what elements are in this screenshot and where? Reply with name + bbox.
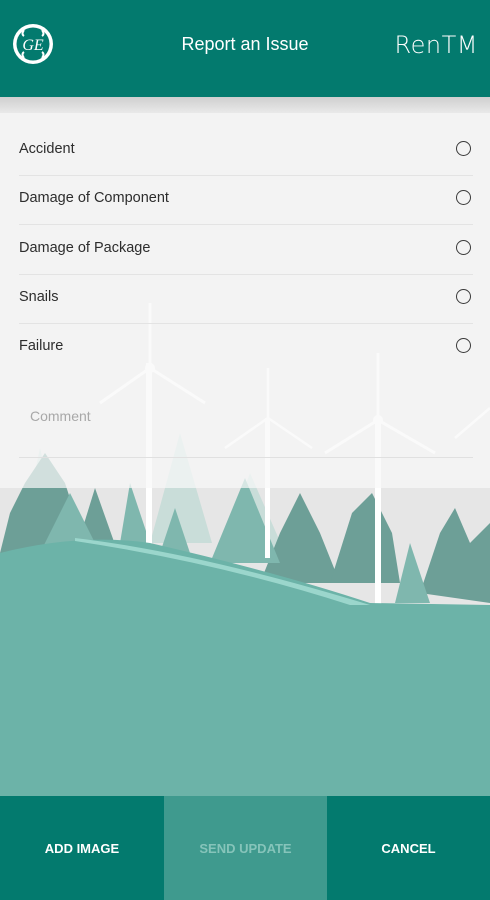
option-label: Failure	[19, 338, 64, 354]
brand-logo: RenTM	[394, 31, 478, 59]
comment-input[interactable]: Comment	[19, 388, 473, 458]
option-damage-of-package[interactable]: Damage of Package	[19, 226, 473, 275]
radio-button[interactable]	[456, 190, 471, 205]
option-label: Damage of Package	[19, 240, 151, 256]
option-label: Damage of Component	[19, 190, 169, 206]
radio-button[interactable]	[456, 338, 471, 353]
radio-button[interactable]	[456, 141, 471, 156]
option-accident[interactable]: Accident	[19, 127, 473, 176]
comment-placeholder: Comment	[30, 408, 91, 424]
radio-button[interactable]	[456, 289, 471, 304]
option-damage-of-component[interactable]: Damage of Component	[19, 176, 473, 225]
radio-button[interactable]	[456, 240, 471, 255]
app-header: GE Report an Issue RenTM	[0, 0, 490, 97]
option-label: Snails	[19, 289, 59, 305]
action-bar: ADD IMAGE SEND UPDATE CANCEL	[0, 796, 490, 900]
header-shadow	[0, 97, 490, 113]
option-snails[interactable]: Snails	[19, 275, 473, 324]
cancel-button[interactable]: CANCEL	[327, 796, 490, 900]
option-label: Accident	[19, 141, 75, 157]
option-failure[interactable]: Failure	[19, 324, 473, 372]
add-image-button[interactable]: ADD IMAGE	[0, 796, 164, 900]
send-update-button[interactable]: SEND UPDATE	[164, 796, 327, 900]
